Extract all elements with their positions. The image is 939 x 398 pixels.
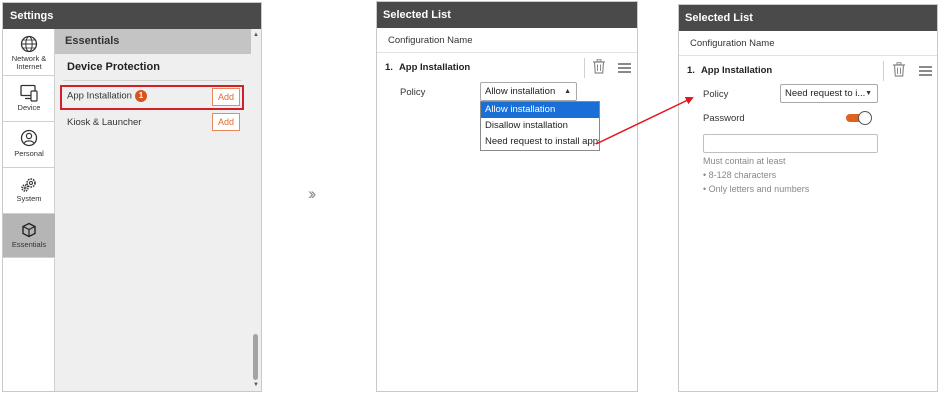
sidebar-label: Internet — [16, 62, 42, 71]
policy-select-value: Allow installation — [485, 86, 556, 97]
divider — [883, 61, 884, 81]
configuration-name[interactable]: Configuration Name — [377, 28, 637, 53]
sidebar-item-personal[interactable]: Personal — [3, 122, 55, 168]
sidebar-item-system[interactable]: System — [3, 168, 55, 214]
dropdown-option[interactable]: Need request to install apps — [481, 134, 599, 150]
device-icon — [20, 84, 38, 102]
settings-title: Settings — [3, 3, 261, 29]
sidebar-label: System — [16, 194, 42, 203]
double-chevron-right-icon: ›› — [308, 184, 317, 203]
scroll-up-icon[interactable]: ▲ — [252, 32, 260, 38]
menu-item-kiosk-launcher[interactable]: Kiosk & Launcher — [67, 117, 141, 128]
scrollbar-thumb[interactable] — [253, 334, 258, 380]
scrollbar[interactable]: ▲ ▼ — [252, 30, 260, 390]
item-number: 1. — [687, 65, 695, 76]
policy-select[interactable]: Need request to i... ▼ — [780, 84, 878, 103]
item-title-label: App Installation — [700, 65, 773, 76]
password-toggle[interactable] — [846, 111, 872, 125]
policy-dropdown-list: Allow installation Disallow installation… — [480, 101, 600, 151]
dropdown-option[interactable]: Allow installation — [481, 102, 599, 118]
dropdown-option[interactable]: Disallow installation — [481, 118, 599, 134]
divider — [63, 80, 241, 81]
sidebar-item-essentials[interactable]: Essentials — [3, 214, 55, 258]
box-icon — [22, 222, 36, 238]
selected-list-panel-after: Selected List Configuration Name 1. App I… — [678, 4, 938, 392]
selected-list-panel-before: Selected List Configuration Name 1. App I… — [376, 1, 638, 392]
panel-title: Selected List — [679, 5, 937, 31]
settings-main: Essentials Device Protection App Install… — [55, 29, 261, 391]
password-input[interactable] — [703, 134, 878, 153]
settings-sidebar: Network & Internet Device Personal Syste… — [3, 29, 55, 391]
password-hint-title: Must contain at least — [703, 156, 786, 166]
sidebar-label: Personal — [14, 149, 44, 158]
add-kiosk-launcher-button[interactable]: Add — [212, 113, 240, 131]
subsection-title: Device Protection — [67, 61, 160, 73]
policy-label: Policy — [703, 89, 729, 100]
person-icon — [20, 129, 38, 147]
globe-icon — [20, 35, 38, 53]
item-title: 1. App Installation — [385, 62, 470, 73]
policy-select-value: Need request to i... — [785, 88, 866, 99]
drag-handle-icon[interactable] — [919, 66, 932, 78]
toggle-knob — [858, 111, 872, 125]
trash-icon[interactable] — [892, 62, 906, 77]
panel-title: Selected List — [377, 2, 637, 28]
settings-panel: Settings Network & Internet Device Perso… — [2, 2, 262, 392]
highlight-box — [60, 85, 244, 110]
drag-handle-icon[interactable] — [618, 63, 631, 75]
sidebar-label: Device — [17, 103, 41, 112]
scroll-down-icon[interactable]: ▼ — [252, 382, 260, 388]
divider — [584, 58, 585, 78]
configuration-name[interactable]: Configuration Name — [679, 31, 937, 56]
menu-item-label: Kiosk & Launcher — [67, 117, 142, 128]
section-title: Essentials — [55, 29, 251, 54]
item-title-label: App Installation — [398, 62, 471, 73]
item-title: 1. App Installation — [687, 65, 772, 76]
policy-label: Policy — [400, 87, 426, 98]
policy-select[interactable]: Allow installation ▲ — [480, 82, 577, 101]
trash-icon[interactable] — [592, 59, 606, 74]
gears-icon — [21, 178, 36, 192]
password-hint-rule: • 8-128 characters — [703, 170, 777, 180]
caret-down-icon: ▼ — [865, 90, 872, 97]
password-label: Password — [703, 113, 745, 124]
sidebar-item-network[interactable]: Network & Internet — [3, 29, 55, 76]
sidebar-label: Essentials — [11, 240, 47, 249]
password-hint-rule: • Only letters and numbers — [703, 184, 810, 194]
item-number: 1. — [385, 62, 393, 73]
sidebar-item-device[interactable]: Device — [3, 76, 55, 122]
caret-up-icon: ▲ — [564, 88, 571, 95]
